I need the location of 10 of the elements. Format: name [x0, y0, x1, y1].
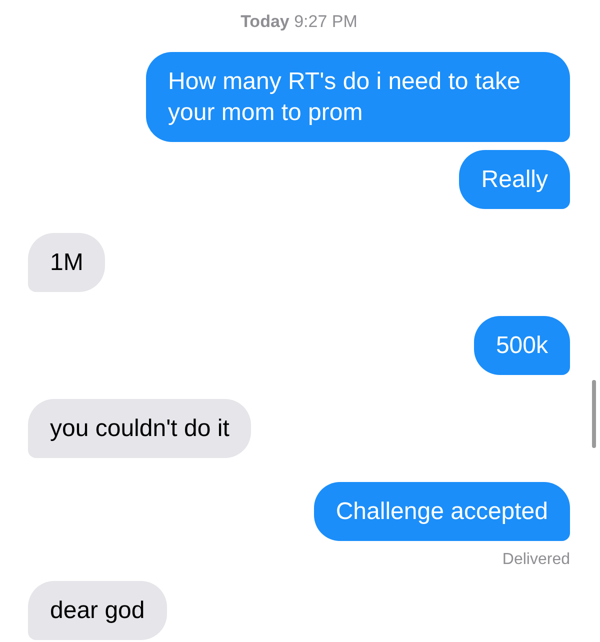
received-message-bubble: 1M [28, 233, 106, 292]
received-message-bubble: you couldn't do it [28, 399, 252, 458]
received-message-bubble: dear god [28, 581, 167, 640]
sent-message-bubble: Challenge accepted [314, 482, 570, 541]
sent-message-bubble: How many RT's do i need to take your mom to prom [146, 52, 570, 142]
message-timestamp: Today 9:27 PM [240, 12, 358, 32]
delivery-status: Delivered [502, 551, 570, 569]
sent-message-bubble: Really [459, 150, 570, 209]
sent-message-bubble: 500k [474, 316, 570, 375]
scroll-bar [592, 380, 596, 448]
